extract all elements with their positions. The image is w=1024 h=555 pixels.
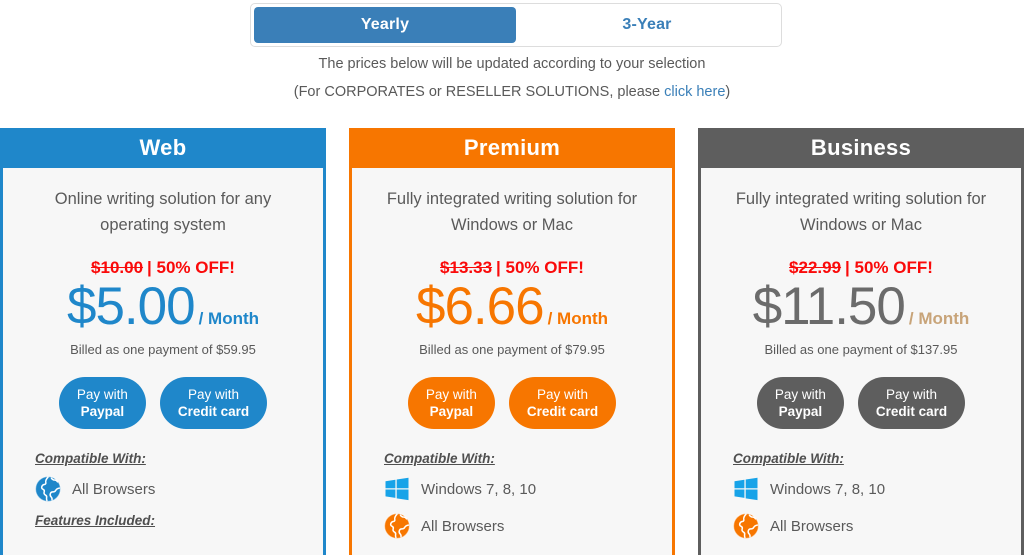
paypal-button-line-1: Pay with [76, 387, 128, 402]
pricing-card-premium: Premium Fully integrated writing solution… [349, 128, 675, 555]
compatible-with-label: Compatible With: [384, 451, 495, 466]
compatible-with-label: Compatible With: [733, 451, 844, 466]
compatible-with-label: Compatible With: [35, 451, 146, 466]
paypal-button-line-1: Pay with [425, 387, 477, 402]
plan-name: Premium [463, 135, 561, 160]
discount-row: $10.00 | 50% OFF! [21, 258, 305, 278]
compat-label: All Browsers [421, 517, 505, 535]
pay-with-credit-card-button[interactable]: Pay with Credit card [508, 377, 617, 429]
compat-label: All Browsers [72, 480, 156, 498]
credit-card-button-line-2: Credit card [177, 404, 250, 419]
billing-note: Billed as one payment of $59.95 [70, 342, 256, 357]
pricing-card-business: Business Fully integrated writing solutio… [698, 128, 1024, 555]
price-row: $5.00/ Month [21, 280, 305, 333]
paypal-button-line-2: Paypal [778, 404, 823, 419]
discount-label: | 50% OFF! [147, 258, 235, 277]
compat-item: Windows 7, 8, 10 [733, 476, 1003, 502]
card-body: Fully integrated writing solution for Wi… [701, 168, 1021, 555]
price-period: / Month [198, 309, 260, 328]
pay-with-paypal-button[interactable]: Pay with Paypal [756, 377, 844, 429]
paypal-button-line-2: Paypal [429, 404, 474, 419]
payment-buttons: Pay with Paypal Pay with Credit card [370, 377, 654, 429]
billing-note: Billed as one payment of $137.95 [764, 342, 958, 357]
features-included-label: Features Included: [35, 513, 156, 528]
card-body: Online writing solution for any operatin… [3, 168, 323, 555]
card-header-business: Business [701, 128, 1021, 168]
discount-label: | 50% OFF! [845, 258, 933, 277]
payment-buttons: Pay with Paypal Pay with Credit card [719, 377, 1003, 429]
compatibility-list: Windows 7, 8, 10 All Browsers [719, 476, 1003, 539]
plan-description: Fully integrated writing solution for Wi… [386, 190, 638, 234]
compat-item: All Browsers [733, 513, 1003, 539]
plan-name: Business [810, 135, 912, 160]
credit-card-button-line-2: Credit card [875, 404, 948, 419]
price-period: / Month [908, 309, 970, 328]
compat-label: Windows 7, 8, 10 [770, 480, 886, 498]
credit-card-button-line-2: Credit card [526, 404, 599, 419]
price-row: $11.50/ Month [719, 280, 1003, 333]
discount-row: $13.33 | 50% OFF! [370, 258, 654, 278]
card-header-premium: Premium [352, 128, 672, 168]
globe-icon [384, 513, 410, 539]
compat-item: Windows 7, 8, 10 [384, 476, 654, 502]
credit-card-button-line-1: Pay with [188, 387, 240, 402]
price-row: $6.66/ Month [370, 280, 654, 333]
compat-label: All Browsers [770, 517, 854, 535]
subtitle-prefix: (For CORPORATES or RESELLER SOLUTIONS, p… [293, 84, 665, 100]
globe-icon [733, 513, 759, 539]
discount-row: $22.99 | 50% OFF! [719, 258, 1003, 278]
compatibility-list: Windows 7, 8, 10 All Browsers [370, 476, 654, 539]
old-price: $10.00 [91, 258, 144, 277]
pay-with-paypal-button[interactable]: Pay with Paypal [407, 377, 495, 429]
old-price: $13.33 [440, 258, 493, 277]
price-period: / Month [547, 309, 609, 328]
compatibility-list: All Browsers [21, 476, 305, 502]
current-price: $11.50 [752, 277, 906, 336]
toggle-option-yearly[interactable]: Yearly [254, 7, 516, 43]
current-price: $6.66 [415, 277, 545, 336]
subtitle-block: The prices below will be updated accordi… [0, 56, 1024, 100]
paypal-button-line-2: Paypal [80, 404, 125, 419]
credit-card-button-line-1: Pay with [886, 387, 938, 402]
subtitle-line-1: The prices below will be updated accordi… [318, 56, 706, 72]
subtitle-line-2: (For CORPORATES or RESELLER SOLUTIONS, p… [0, 84, 1024, 100]
windows-icon [733, 476, 759, 502]
toggle-option-3-year[interactable]: 3-Year [516, 7, 778, 43]
card-body: Fully integrated writing solution for Wi… [352, 168, 672, 555]
windows-icon [384, 476, 410, 502]
card-header-web: Web [3, 128, 323, 168]
compat-label: Windows 7, 8, 10 [421, 480, 537, 498]
discount-label: | 50% OFF! [496, 258, 584, 277]
current-price: $5.00 [66, 277, 196, 336]
credit-card-button-line-1: Pay with [537, 387, 589, 402]
pay-with-credit-card-button[interactable]: Pay with Credit card [857, 377, 966, 429]
pricing-cards: Web Online writing solution for any opera… [0, 128, 1024, 555]
billing-period-toggle: Yearly 3-Year [250, 3, 782, 47]
paypal-button-line-1: Pay with [774, 387, 826, 402]
plan-description: Online writing solution for any operatin… [54, 190, 272, 234]
plan-name: Web [139, 135, 187, 160]
globe-icon [35, 476, 61, 502]
old-price: $22.99 [789, 258, 842, 277]
billing-note: Billed as one payment of $79.95 [419, 342, 605, 357]
subtitle-suffix: ) [725, 84, 731, 100]
pay-with-credit-card-button[interactable]: Pay with Credit card [159, 377, 268, 429]
pay-with-paypal-button[interactable]: Pay with Paypal [58, 377, 146, 429]
plan-description: Fully integrated writing solution for Wi… [735, 190, 987, 234]
compat-item: All Browsers [35, 476, 305, 502]
payment-buttons: Pay with Paypal Pay with Credit card [21, 377, 305, 429]
compat-item: All Browsers [384, 513, 654, 539]
pricing-card-web: Web Online writing solution for any opera… [0, 128, 326, 555]
click-here-link[interactable]: click here [664, 84, 725, 100]
